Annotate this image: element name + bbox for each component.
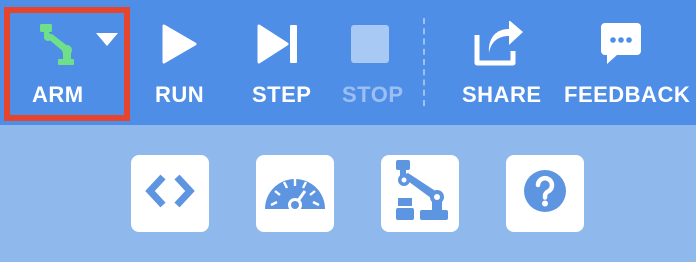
code-view-button[interactable] [131, 155, 209, 232]
share-label: SHARE [462, 82, 542, 107]
feedback-button[interactable]: FEEDBACK [560, 0, 690, 125]
toolbar: ARM RUN STEP STOP SHARE FEEDBACK [0, 0, 696, 125]
robot-view-button[interactable] [381, 155, 459, 232]
run-label: RUN [155, 82, 205, 107]
help-button[interactable] [506, 155, 584, 232]
share-icon [471, 20, 527, 68]
stop-label: STOP [342, 82, 404, 107]
caret-down-icon[interactable] [94, 30, 120, 50]
robot-arm-icon [30, 20, 80, 68]
arm-label: ARM [32, 82, 84, 107]
play-icon [159, 20, 199, 68]
speedometer-icon [263, 169, 327, 218]
stop-icon [348, 20, 392, 68]
code-brackets-icon [144, 171, 196, 216]
chat-bubble-icon [598, 20, 644, 68]
speed-dashboard-button[interactable] [256, 155, 334, 232]
arm-selector-button[interactable]: ARM [10, 0, 124, 125]
feedback-label: FEEDBACK [564, 82, 691, 107]
toolbar-divider [423, 18, 425, 106]
robot-arm-icon [390, 158, 450, 229]
step-button[interactable]: STEP [245, 0, 315, 125]
stop-button[interactable]: STOP [335, 0, 405, 125]
run-button[interactable]: RUN [145, 0, 215, 125]
step-forward-icon [253, 20, 303, 68]
share-button[interactable]: SHARE [455, 0, 545, 125]
help-icon [523, 169, 567, 218]
step-label: STEP [252, 82, 312, 107]
